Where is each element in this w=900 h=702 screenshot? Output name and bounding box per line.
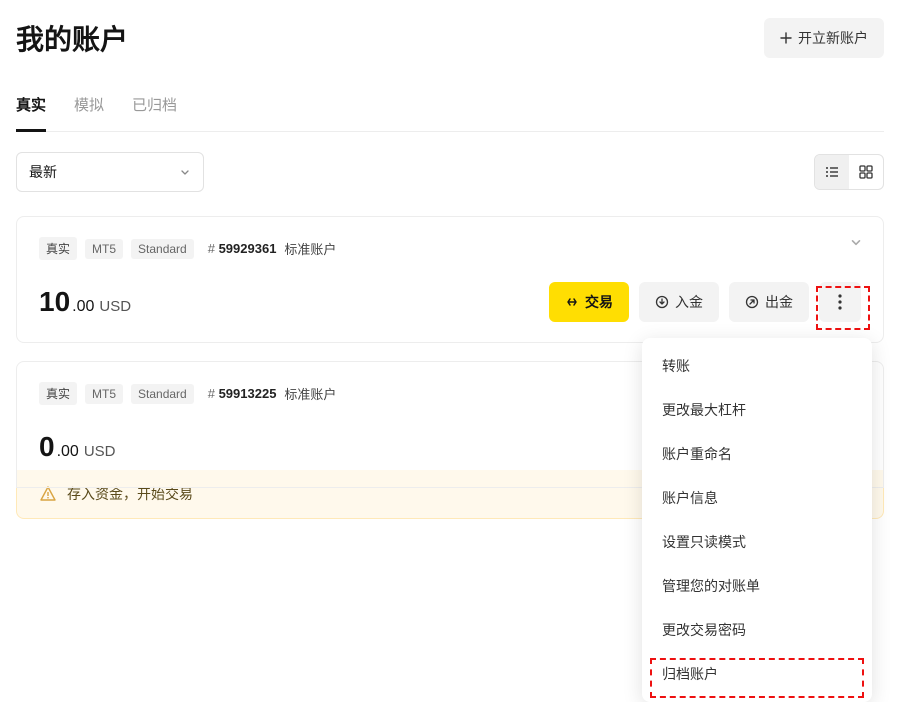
plus-icon [780, 32, 792, 44]
tab-archived[interactable]: 已归档 [132, 86, 177, 132]
deposit-button[interactable]: 入金 [639, 282, 719, 322]
withdraw-icon [745, 295, 759, 309]
account-meta: 真实 MT5 Standard # 59929361 标准账户 [39, 237, 861, 260]
list-icon [824, 164, 840, 180]
balance-currency: USD [84, 443, 116, 460]
more-options-menu: 转账 更改最大杠杆 账户重命名 账户信息 设置只读模式 管理您的对账单 更改交易… [642, 338, 872, 702]
tabs: 真实 模拟 已归档 [16, 86, 884, 132]
menu-change-leverage[interactable]: 更改最大杠杆 [642, 388, 872, 432]
account-actions: 交易 入金 出金 [549, 282, 861, 322]
menu-rename-account[interactable]: 账户重命名 [642, 432, 872, 476]
balance-integer: 0 [39, 431, 55, 463]
account-type-pill: 真实 [39, 237, 77, 260]
balance-currency: USD [99, 298, 131, 315]
platform-pill: MT5 [85, 384, 123, 404]
deposit-label: 入金 [675, 292, 703, 312]
platform-pill: MT5 [85, 239, 123, 259]
menu-readonly-mode[interactable]: 设置只读模式 [642, 520, 872, 564]
collapse-toggle[interactable] [849, 235, 863, 249]
more-options-button[interactable] [819, 282, 861, 322]
grid-icon [858, 164, 874, 180]
plan-pill: Standard [131, 239, 194, 259]
menu-transfer[interactable]: 转账 [642, 344, 872, 388]
withdraw-button[interactable]: 出金 [729, 282, 809, 322]
account-id: # 59929361 [208, 241, 277, 256]
view-toggle [814, 154, 884, 190]
balance-decimal: .00 [72, 298, 94, 316]
trade-button[interactable]: 交易 [549, 282, 629, 322]
account-name: 标准账户 [284, 384, 336, 403]
deposit-icon [655, 295, 669, 309]
account-balance: 10.00 USD [39, 286, 131, 318]
tab-demo[interactable]: 模拟 [74, 86, 104, 132]
plan-pill: Standard [131, 384, 194, 404]
grid-view-button[interactable] [849, 155, 883, 189]
account-card: 真实 MT5 Standard # 59929361 标准账户 10.00 US… [16, 216, 884, 343]
sort-select[interactable]: 最新 [16, 152, 204, 192]
trade-label: 交易 [585, 292, 613, 312]
chevron-down-icon [179, 166, 191, 178]
list-view-button[interactable] [815, 155, 849, 189]
open-new-account-button[interactable]: 开立新账户 [764, 18, 884, 58]
account-type-pill: 真实 [39, 382, 77, 405]
account-name: 标准账户 [284, 239, 336, 258]
withdraw-label: 出金 [765, 292, 793, 312]
balance-row: 10.00 USD 交易 入金 出金 [39, 282, 861, 322]
header: 我的账户 开立新账户 [16, 18, 884, 58]
open-new-account-label: 开立新账户 [798, 28, 868, 48]
balance-decimal: .00 [57, 443, 79, 461]
menu-account-info[interactable]: 账户信息 [642, 476, 872, 520]
kebab-icon [838, 294, 842, 310]
sort-current-label: 最新 [29, 162, 57, 182]
tab-real[interactable]: 真实 [16, 86, 46, 132]
page-title: 我的账户 [16, 18, 128, 58]
account-balance: 0.00 USD [39, 431, 116, 463]
menu-change-password[interactable]: 更改交易密码 [642, 608, 872, 652]
menu-archive-account[interactable]: 归档账户 [642, 652, 872, 696]
toolbar: 最新 [16, 152, 884, 192]
balance-integer: 10 [39, 286, 70, 318]
menu-manage-statements[interactable]: 管理您的对账单 [642, 564, 872, 608]
trade-icon [565, 295, 579, 309]
account-id: # 59913225 [208, 386, 277, 401]
